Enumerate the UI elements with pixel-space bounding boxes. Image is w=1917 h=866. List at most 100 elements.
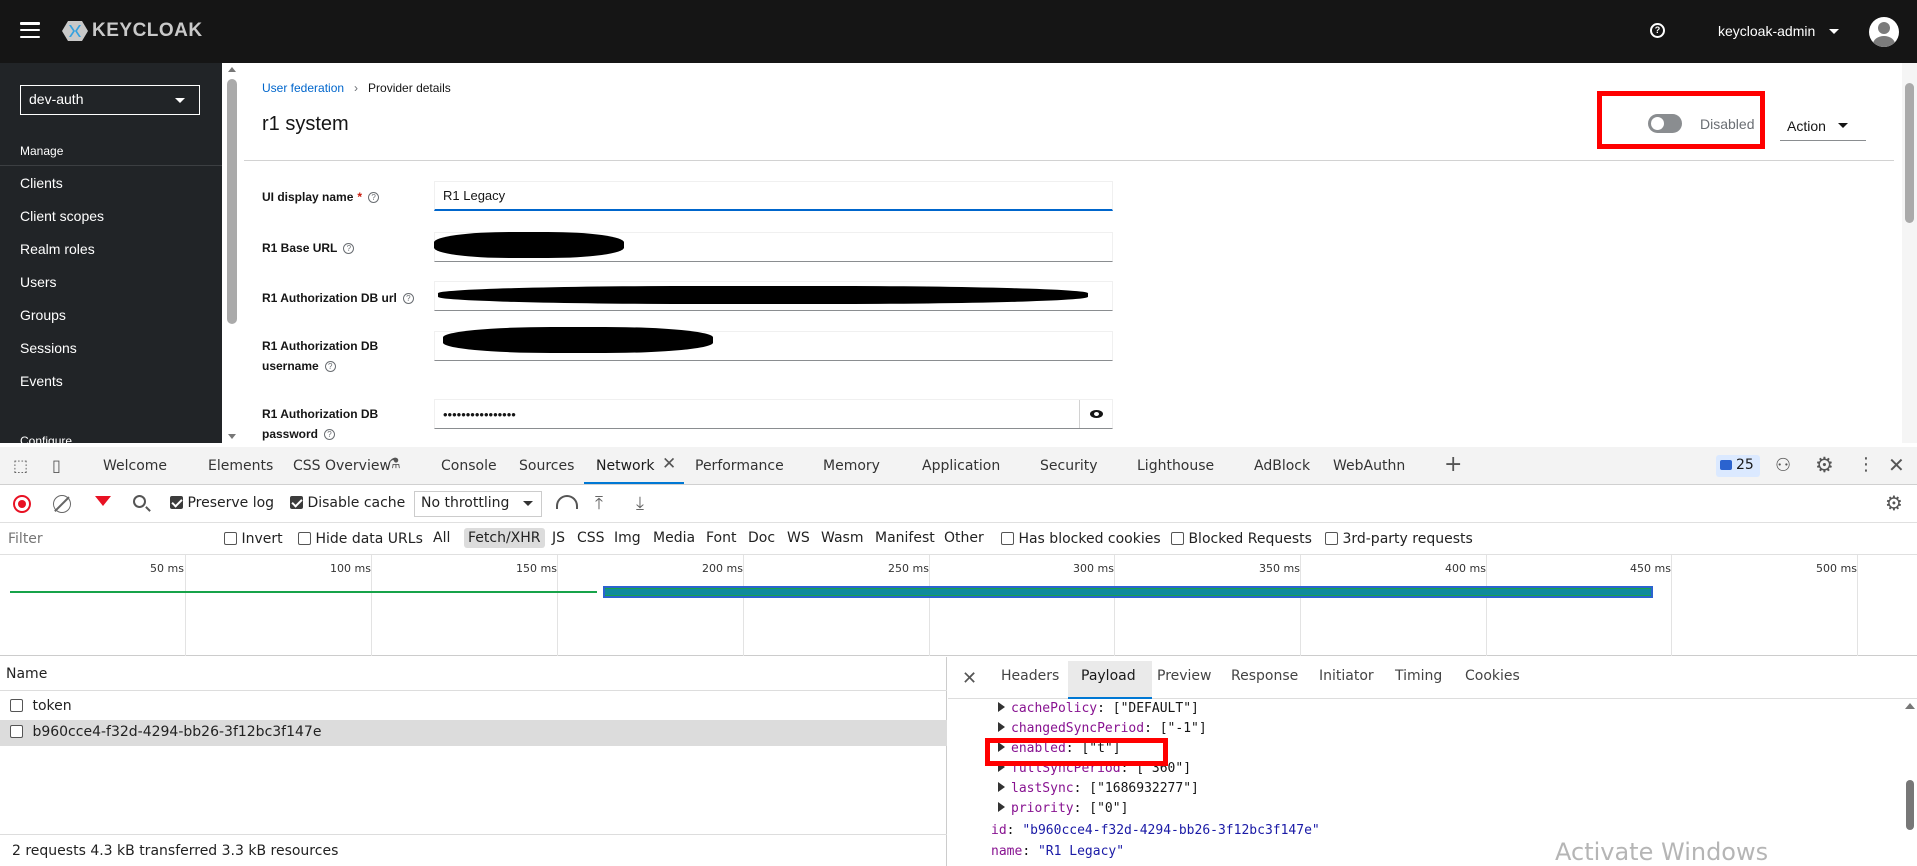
checkbox[interactable]	[10, 699, 23, 712]
sidebar-item-groups[interactable]: Groups	[20, 307, 66, 323]
expand-triangle-icon[interactable]	[998, 802, 1005, 812]
type-wasm[interactable]: Wasm	[817, 528, 867, 548]
inspect-element-icon[interactable]: ⬚	[13, 456, 28, 475]
table-row[interactable]: b960cce4-f32d-4294-bb26-3f12bc3f147e	[0, 720, 947, 746]
tab-response[interactable]: Response	[1231, 668, 1298, 684]
sidebar-item-events[interactable]: Events	[20, 373, 63, 389]
tab-sources[interactable]: Sources	[519, 458, 574, 474]
checkbox[interactable]	[10, 725, 23, 738]
keycloak-logo[interactable]: KEYCLOAK	[62, 18, 203, 44]
network-settings-icon[interactable]: ⚙	[1885, 491, 1903, 515]
search-icon[interactable]	[133, 495, 146, 508]
checkbox[interactable]	[1325, 532, 1338, 545]
tab-headers[interactable]: Headers	[1001, 668, 1059, 684]
filter-icon[interactable]	[95, 496, 111, 506]
table-row[interactable]: token	[0, 694, 947, 720]
eye-icon[interactable]	[1079, 400, 1113, 428]
add-tab-icon[interactable]: +	[1444, 452, 1462, 477]
help-icon[interactable]: ?	[324, 429, 336, 441]
name-column-header[interactable]: Name	[0, 657, 947, 691]
tab-application[interactable]: Application	[922, 458, 1000, 474]
tab-memory[interactable]: Memory	[823, 458, 880, 474]
tab-webauthn[interactable]: WebAuthn	[1333, 458, 1405, 474]
realm-selector[interactable]: dev-auth	[20, 85, 200, 115]
more-options-icon[interactable]: ⋮	[1857, 454, 1875, 475]
checkbox[interactable]	[224, 532, 237, 545]
type-manifest[interactable]: Manifest	[871, 528, 939, 548]
tab-adblock[interactable]: AdBlock	[1254, 458, 1310, 474]
type-img[interactable]: Img	[610, 528, 645, 548]
ui-display-name-input[interactable]	[434, 181, 1113, 211]
menu-icon[interactable]	[20, 22, 40, 39]
tab-performance[interactable]: Performance	[695, 458, 784, 474]
type-fetch-xhr[interactable]: Fetch/XHR	[464, 528, 545, 548]
help-icon[interactable]: ?	[343, 243, 355, 255]
type-other[interactable]: Other	[940, 528, 988, 548]
network-timeline-overview[interactable]: 50 ms 100 ms 150 ms 200 ms 250 ms 300 ms…	[0, 555, 1917, 656]
tab-timing[interactable]: Timing	[1395, 668, 1442, 684]
sidebar-item-sessions[interactable]: Sessions	[20, 340, 77, 356]
checkbox[interactable]	[290, 496, 303, 509]
tab-welcome[interactable]: Welcome	[103, 458, 167, 474]
preserve-log-checkbox[interactable]: Preserve log	[170, 495, 274, 511]
close-devtools-icon[interactable]: ✕	[1888, 453, 1905, 477]
type-all[interactable]: All	[429, 528, 454, 548]
tab-css-overview[interactable]: CSS Overview	[293, 458, 391, 474]
invert-checkbox[interactable]: Invert	[224, 531, 283, 547]
sidebar-scrollbar[interactable]	[226, 63, 238, 443]
has-blocked-cookies-checkbox[interactable]: Has blocked cookies	[1001, 531, 1161, 547]
checkbox[interactable]	[1171, 532, 1184, 545]
issues-badge[interactable]: 25	[1716, 455, 1760, 477]
avatar[interactable]	[1869, 17, 1899, 47]
payload-entry[interactable]: cachePolicy: ["DEFAULT"]	[998, 701, 1199, 716]
expand-triangle-icon[interactable]	[998, 722, 1005, 732]
expand-triangle-icon[interactable]	[998, 702, 1005, 712]
record-icon[interactable]	[13, 495, 31, 513]
expand-triangle-icon[interactable]	[998, 782, 1005, 792]
hide-data-urls-checkbox[interactable]: Hide data URLs	[298, 531, 423, 547]
import-har-icon[interactable]: ⤒	[595, 493, 603, 514]
help-icon[interactable]: ?	[1650, 23, 1665, 38]
device-toolbar-icon[interactable]: ▯	[52, 456, 61, 475]
user-menu[interactable]: keycloak-admin	[1718, 23, 1840, 39]
network-conditions-icon[interactable]	[556, 495, 578, 509]
action-dropdown[interactable]: Action	[1780, 111, 1866, 141]
payload-entry[interactable]: priority: ["0"]	[998, 801, 1128, 816]
payload-scrollbar[interactable]	[1902, 700, 1917, 866]
checkbox[interactable]	[170, 496, 183, 509]
tab-lighthouse[interactable]: Lighthouse	[1137, 458, 1214, 474]
sidebar-item-realm-roles[interactable]: Realm roles	[20, 241, 95, 257]
help-icon[interactable]: ?	[402, 293, 414, 305]
tab-security[interactable]: Security	[1040, 458, 1098, 474]
throttling-select[interactable]: No throttling	[414, 491, 542, 517]
third-party-requests-checkbox[interactable]: 3rd-party requests	[1325, 531, 1473, 547]
type-ws[interactable]: WS	[783, 528, 814, 548]
type-font[interactable]: Font	[702, 528, 740, 548]
clear-icon[interactable]	[53, 495, 71, 513]
sidebar-item-clients[interactable]: Clients	[20, 175, 63, 191]
sidebar-item-client-scopes[interactable]: Client scopes	[20, 208, 104, 224]
r1-authorization-db-password-input[interactable]	[434, 399, 1113, 429]
gear-icon[interactable]: ⚙	[1815, 453, 1834, 477]
tab-cookies[interactable]: Cookies	[1465, 668, 1520, 684]
main-scrollbar[interactable]	[1902, 63, 1917, 443]
disable-cache-checkbox[interactable]: Disable cache	[290, 495, 405, 511]
tab-initiator[interactable]: Initiator	[1319, 668, 1374, 684]
export-har-icon[interactable]: ⤓	[636, 493, 644, 514]
tab-payload[interactable]: Payload	[1081, 668, 1136, 684]
payload-entry[interactable]: changedSyncPeriod: ["-1"]	[998, 721, 1207, 736]
payload-entry[interactable]: lastSync: ["1686932277"]	[998, 781, 1199, 796]
tab-network[interactable]: Network	[596, 458, 654, 474]
checkbox[interactable]	[298, 532, 311, 545]
type-doc[interactable]: Doc	[744, 528, 779, 548]
filter-input[interactable]	[8, 531, 208, 547]
close-icon[interactable]: ✕	[662, 454, 676, 474]
checkbox[interactable]	[1001, 532, 1014, 545]
sidebar-item-users[interactable]: Users	[20, 274, 57, 290]
close-icon[interactable]: ✕	[962, 668, 977, 689]
breadcrumb-user-federation[interactable]: User federation	[262, 81, 344, 95]
customize-icon[interactable]: ⚇	[1775, 455, 1791, 476]
help-icon[interactable]: ?	[368, 192, 380, 204]
type-media[interactable]: Media	[649, 528, 699, 548]
help-icon[interactable]: ?	[324, 361, 336, 373]
